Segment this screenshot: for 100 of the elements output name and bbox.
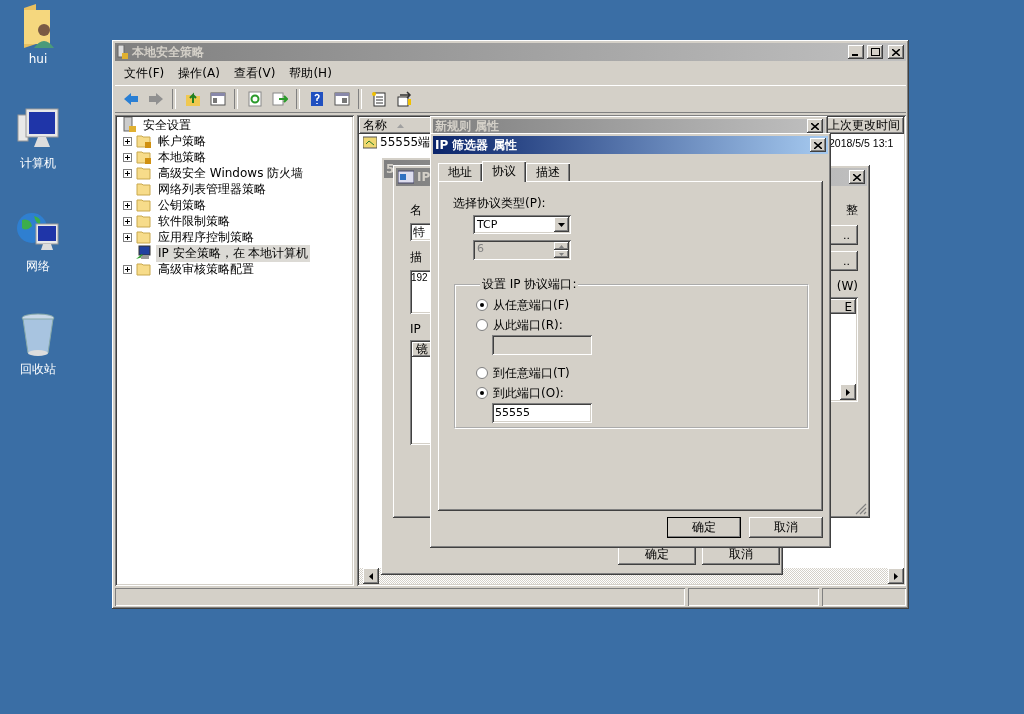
- expand-button[interactable]: [123, 232, 132, 242]
- radio-button[interactable]: [476, 367, 488, 379]
- recycle-bin-icon: [20, 313, 56, 357]
- close-button[interactable]: [807, 119, 823, 133]
- field-label: 整: [846, 202, 858, 219]
- group-title: 设置 IP 协议端口:: [481, 276, 578, 293]
- tab[interactable]: 描述: [526, 163, 570, 181]
- window-title: 新规则 属性: [435, 117, 500, 135]
- folder-lock-icon: [136, 149, 152, 165]
- app-icon: [117, 45, 129, 59]
- menu-item[interactable]: 帮助(H): [284, 64, 337, 83]
- close-icon: [853, 173, 861, 181]
- folder-icon: [136, 213, 152, 229]
- tree-item[interactable]: 网络列表管理器策略: [156, 180, 268, 198]
- window-title: IP 筛选器 属性: [435, 136, 517, 154]
- folder-up-icon: [184, 91, 201, 107]
- scroll-left-button[interactable]: [363, 568, 379, 584]
- folder-icon: [136, 229, 152, 245]
- tab[interactable]: 协议: [482, 161, 526, 182]
- tree-item[interactable]: 帐户策略: [156, 132, 208, 150]
- document-icon: [370, 91, 387, 107]
- left-triangle-icon: [369, 572, 373, 580]
- folder-icon: [136, 261, 152, 277]
- tree-item[interactable]: 应用程序控制策略: [156, 228, 256, 246]
- field-label: 选择协议类型(P):: [453, 195, 547, 212]
- dialog-button[interactable]: 取消: [749, 517, 823, 538]
- expand-button[interactable]: [123, 168, 132, 178]
- tree-item[interactable]: 高级审核策略配置: [156, 260, 256, 278]
- refresh-icon: [246, 91, 263, 107]
- right-triangle-icon: [846, 388, 850, 396]
- filter-icon: [398, 170, 414, 184]
- resize-grip-icon: [855, 503, 867, 515]
- desktop-icon-label[interactable]: 计算机: [20, 155, 56, 172]
- protocol-dropdown[interactable]: TCP: [473, 215, 571, 234]
- help-icon: [308, 91, 325, 107]
- menu-item[interactable]: 文件(F): [119, 64, 170, 83]
- folder-lock-icon: [136, 133, 152, 149]
- plus-icon: [125, 234, 130, 240]
- radio-button[interactable]: [476, 299, 488, 311]
- desktop-icon-label[interactable]: hui: [28, 52, 48, 66]
- window-title: 本地安全策略: [132, 43, 204, 61]
- maximize-button[interactable]: [867, 45, 883, 59]
- close-button[interactable]: [888, 45, 904, 59]
- close-icon: [814, 141, 822, 149]
- scroll-right-button[interactable]: [840, 384, 856, 400]
- tab[interactable]: 地址: [438, 163, 482, 181]
- desktop-icon-label[interactable]: 回收站: [20, 361, 56, 378]
- back-arrow-icon: [122, 91, 139, 107]
- dropdown-button[interactable]: [554, 217, 569, 232]
- plus-icon: [125, 138, 130, 144]
- close-button[interactable]: [810, 138, 826, 152]
- folder-icon: [136, 197, 152, 213]
- export-icon: [271, 91, 288, 107]
- field-label: (W): [836, 279, 858, 293]
- folder-icon: [136, 165, 152, 181]
- field-label: 名: [410, 202, 422, 219]
- menu-item[interactable]: 查看(V): [228, 64, 281, 83]
- port-field[interactable]: 55555: [492, 403, 592, 423]
- tree-item[interactable]: 高级安全 Windows 防火墙: [156, 164, 306, 182]
- close-icon: [811, 122, 819, 130]
- expand-button[interactable]: [123, 152, 132, 162]
- plus-icon: [125, 154, 130, 160]
- radio-button[interactable]: [476, 387, 488, 399]
- dialog-button[interactable]: 确定: [667, 517, 741, 538]
- rule-icon: [363, 136, 377, 149]
- radio-label: 到此端口(O):: [493, 384, 564, 402]
- expand-button[interactable]: [123, 216, 132, 226]
- plus-icon: [125, 170, 130, 176]
- tree-item[interactable]: 本地策略: [156, 148, 208, 166]
- desktop-icon-label[interactable]: 网络: [26, 258, 50, 275]
- radio-button[interactable]: [476, 319, 488, 331]
- tree-item[interactable]: 安全设置: [141, 116, 193, 134]
- forward-arrow-icon: [147, 91, 164, 107]
- menu-item[interactable]: 操作(A): [173, 64, 225, 83]
- field-label: 描: [410, 249, 422, 266]
- radio-label: 从任意端口(F): [493, 296, 570, 314]
- monitor-icon: [136, 245, 152, 261]
- server-lock-icon: [121, 117, 137, 133]
- expand-button[interactable]: [123, 136, 132, 146]
- expand-button[interactable]: [123, 264, 132, 274]
- plus-icon: [125, 202, 130, 208]
- panel-icon: [209, 91, 226, 107]
- expand-button[interactable]: [123, 200, 132, 210]
- tree-item[interactable]: 软件限制策略: [156, 212, 232, 230]
- minimize-button[interactable]: [848, 45, 864, 59]
- arrow-box-icon: [395, 91, 412, 107]
- tree-item[interactable]: 公钥策略: [156, 196, 208, 214]
- window-icon: [333, 91, 350, 107]
- list-cell-text: 2018/5/5 13:1: [829, 136, 895, 149]
- field-label: IP: [410, 322, 421, 336]
- tree-item[interactable]: IP 安全策略，在 本地计算机: [156, 244, 311, 262]
- close-icon: [892, 48, 900, 56]
- up-triangle-icon: [559, 244, 564, 248]
- radio-label: 到任意端口(T): [493, 364, 570, 382]
- sort-up-icon: [397, 123, 404, 128]
- scroll-right-button[interactable]: [888, 568, 904, 584]
- plus-icon: [125, 266, 130, 272]
- folder-icon: [136, 181, 152, 197]
- window-title: 5: [386, 162, 395, 176]
- close-button[interactable]: [849, 170, 865, 184]
